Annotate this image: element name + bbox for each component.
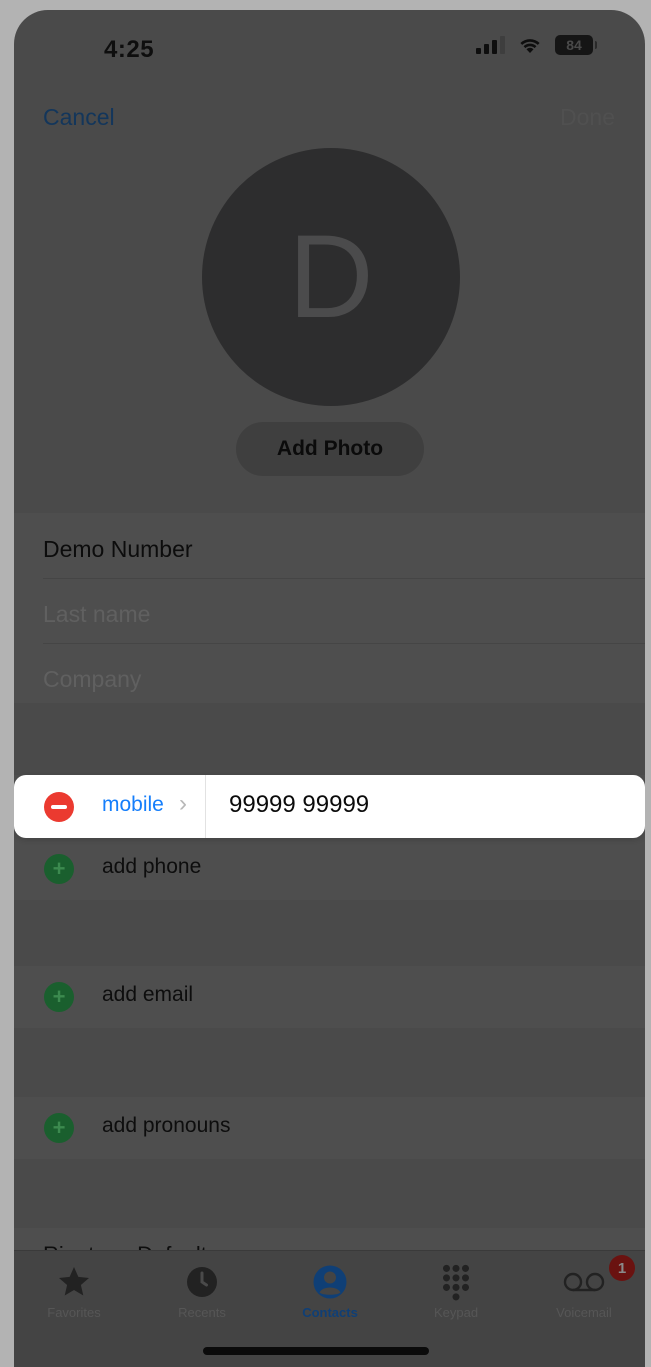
star-icon bbox=[59, 1267, 89, 1296]
add-pronouns-label: add pronouns bbox=[102, 1114, 231, 1137]
clock-icon bbox=[187, 1267, 217, 1297]
add-email-row[interactable]: + add email bbox=[14, 966, 645, 1028]
add-icon: + bbox=[44, 1113, 74, 1143]
last-name-field[interactable]: Last name bbox=[43, 601, 150, 628]
divider bbox=[43, 643, 645, 644]
tab-keypad[interactable]: Keypad bbox=[401, 1261, 511, 1320]
divider bbox=[205, 775, 206, 838]
avatar[interactable]: D bbox=[202, 148, 460, 406]
person-circle-icon bbox=[313, 1265, 347, 1299]
company-field[interactable]: Company bbox=[43, 666, 141, 693]
phone-number-field[interactable]: 99999 99999 bbox=[229, 791, 369, 819]
voicemail-badge: 1 bbox=[609, 1255, 635, 1281]
chevron-right-icon: › bbox=[179, 790, 187, 817]
avatar-initial: D bbox=[288, 211, 374, 343]
cancel-button[interactable]: Cancel bbox=[43, 104, 115, 131]
add-phone-label: add phone bbox=[102, 855, 202, 878]
status-time: 4:25 bbox=[104, 36, 155, 63]
delete-phone-button[interactable] bbox=[44, 792, 74, 822]
home-indicator[interactable] bbox=[203, 1347, 429, 1355]
phone-label-selector[interactable]: mobile bbox=[102, 793, 164, 817]
contact-edit-screen: 4:25 84 Cancel Done D Add Photo Demo Num… bbox=[14, 10, 645, 1367]
name-fields-card: Demo Number Last name Company bbox=[14, 513, 645, 703]
voicemail-icon bbox=[563, 1272, 605, 1292]
add-icon: + bbox=[44, 854, 74, 884]
status-icons: 84 bbox=[476, 35, 597, 55]
wifi-icon bbox=[520, 39, 540, 53]
tab-voicemail[interactable]: 1 Voicemail bbox=[529, 1255, 639, 1320]
first-name-field[interactable]: Demo Number bbox=[43, 536, 193, 563]
cellular-signal-icon bbox=[476, 36, 505, 54]
tab-recents[interactable]: Recents bbox=[147, 1261, 257, 1320]
keypad-icon bbox=[442, 1264, 470, 1301]
tab-favorites[interactable]: Favorites bbox=[19, 1261, 129, 1320]
add-pronouns-row[interactable]: + add pronouns bbox=[14, 1097, 645, 1159]
add-phone-row[interactable]: + add phone bbox=[14, 838, 645, 900]
divider bbox=[43, 578, 645, 579]
add-icon: + bbox=[44, 982, 74, 1012]
battery-icon: 84 bbox=[555, 35, 597, 55]
add-photo-button[interactable]: Add Photo bbox=[236, 422, 424, 476]
add-email-label: add email bbox=[102, 983, 194, 1006]
done-button[interactable]: Done bbox=[560, 104, 615, 131]
tab-contacts[interactable]: Contacts bbox=[275, 1261, 385, 1320]
phone-number-row: mobile › 99999 99999 bbox=[14, 775, 645, 838]
